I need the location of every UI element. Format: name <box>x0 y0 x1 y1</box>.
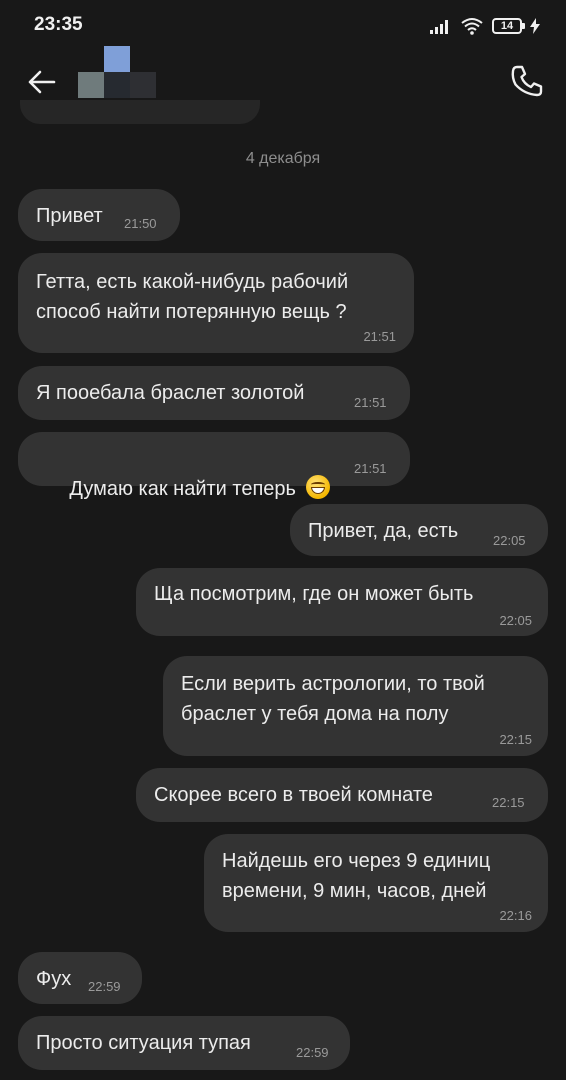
message-outgoing[interactable]: Если верить астрологии, то твой браслет … <box>163 656 548 756</box>
message-text: Ща посмотрим, где он может быть <box>154 583 474 605</box>
message-text: Привет <box>36 205 103 227</box>
message-text: Привет, да, есть <box>308 520 459 542</box>
message-text: Найдешь его через 9 единиц времени, 9 ми… <box>222 850 491 902</box>
message-incoming[interactable]: Просто ситуация тупая 22:59 <box>18 1016 350 1070</box>
message-text: Фух <box>36 968 72 990</box>
message-text: Просто ситуация тупая <box>36 1032 251 1054</box>
contact-avatar-pixelated[interactable] <box>78 46 158 104</box>
grinning-face-emoji-icon <box>305 475 330 499</box>
message-time: 22:16 <box>499 908 532 923</box>
message-time: 22:15 <box>499 732 532 747</box>
message-text: Скорее всего в твоей комнате <box>154 784 433 806</box>
message-time: 21:50 <box>124 216 157 231</box>
message-time: 22:59 <box>88 979 121 994</box>
message-text: Я пооебала браслет золотой <box>36 382 305 404</box>
signal-icon <box>430 20 448 34</box>
message-incoming[interactable]: Я пооебала браслет золотой 21:51 <box>18 366 410 420</box>
message-incoming[interactable]: Фух 22:59 <box>18 952 142 1004</box>
message-text: Гетта, есть какой-нибудь рабочий способ … <box>36 271 349 323</box>
message-time: 21:51 <box>354 395 387 410</box>
message-text-with-emoji: Думаю как найти теперь <box>36 444 330 534</box>
message-time: 22:59 <box>296 1045 329 1060</box>
back-arrow-icon[interactable] <box>24 64 60 100</box>
message-time: 22:05 <box>493 533 526 548</box>
battery-icon: 14 <box>492 18 525 34</box>
message-incoming[interactable]: Думаю как найти теперь 21:51 <box>18 432 410 500</box>
previous-message-edge <box>20 100 260 124</box>
message-outgoing[interactable]: Найдешь его через 9 единиц времени, 9 ми… <box>204 834 548 932</box>
message-time: 22:15 <box>492 795 525 810</box>
message-time: 21:51 <box>354 461 387 476</box>
message-time: 21:51 <box>363 329 396 344</box>
message-outgoing[interactable]: Скорее всего в твоей комнате 22:15 <box>136 768 548 822</box>
status-bar: 23:35 14 <box>0 0 566 52</box>
chat-screen: 23:35 14 4 декабря Привет 21:50 Гетта, е… <box>0 0 566 1080</box>
message-text: Если верить астрологии, то твой браслет … <box>181 673 485 725</box>
status-time: 23:35 <box>34 14 83 35</box>
phone-icon[interactable] <box>508 62 546 100</box>
wifi-icon <box>461 18 483 35</box>
message-outgoing[interactable]: Ща посмотрим, где он может быть 22:05 <box>136 568 548 636</box>
status-icons: 14 <box>430 16 540 36</box>
bolt-icon <box>530 18 540 34</box>
message-outgoing[interactable]: Привет, да, есть 22:05 <box>290 504 548 556</box>
message-time: 22:05 <box>499 613 532 628</box>
message-incoming[interactable]: Гетта, есть какой-нибудь рабочий способ … <box>18 253 414 353</box>
message-text: Думаю как найти теперь <box>69 478 296 500</box>
message-incoming[interactable]: Привет 21:50 <box>18 189 180 241</box>
date-separator: 4 декабря <box>245 150 321 167</box>
